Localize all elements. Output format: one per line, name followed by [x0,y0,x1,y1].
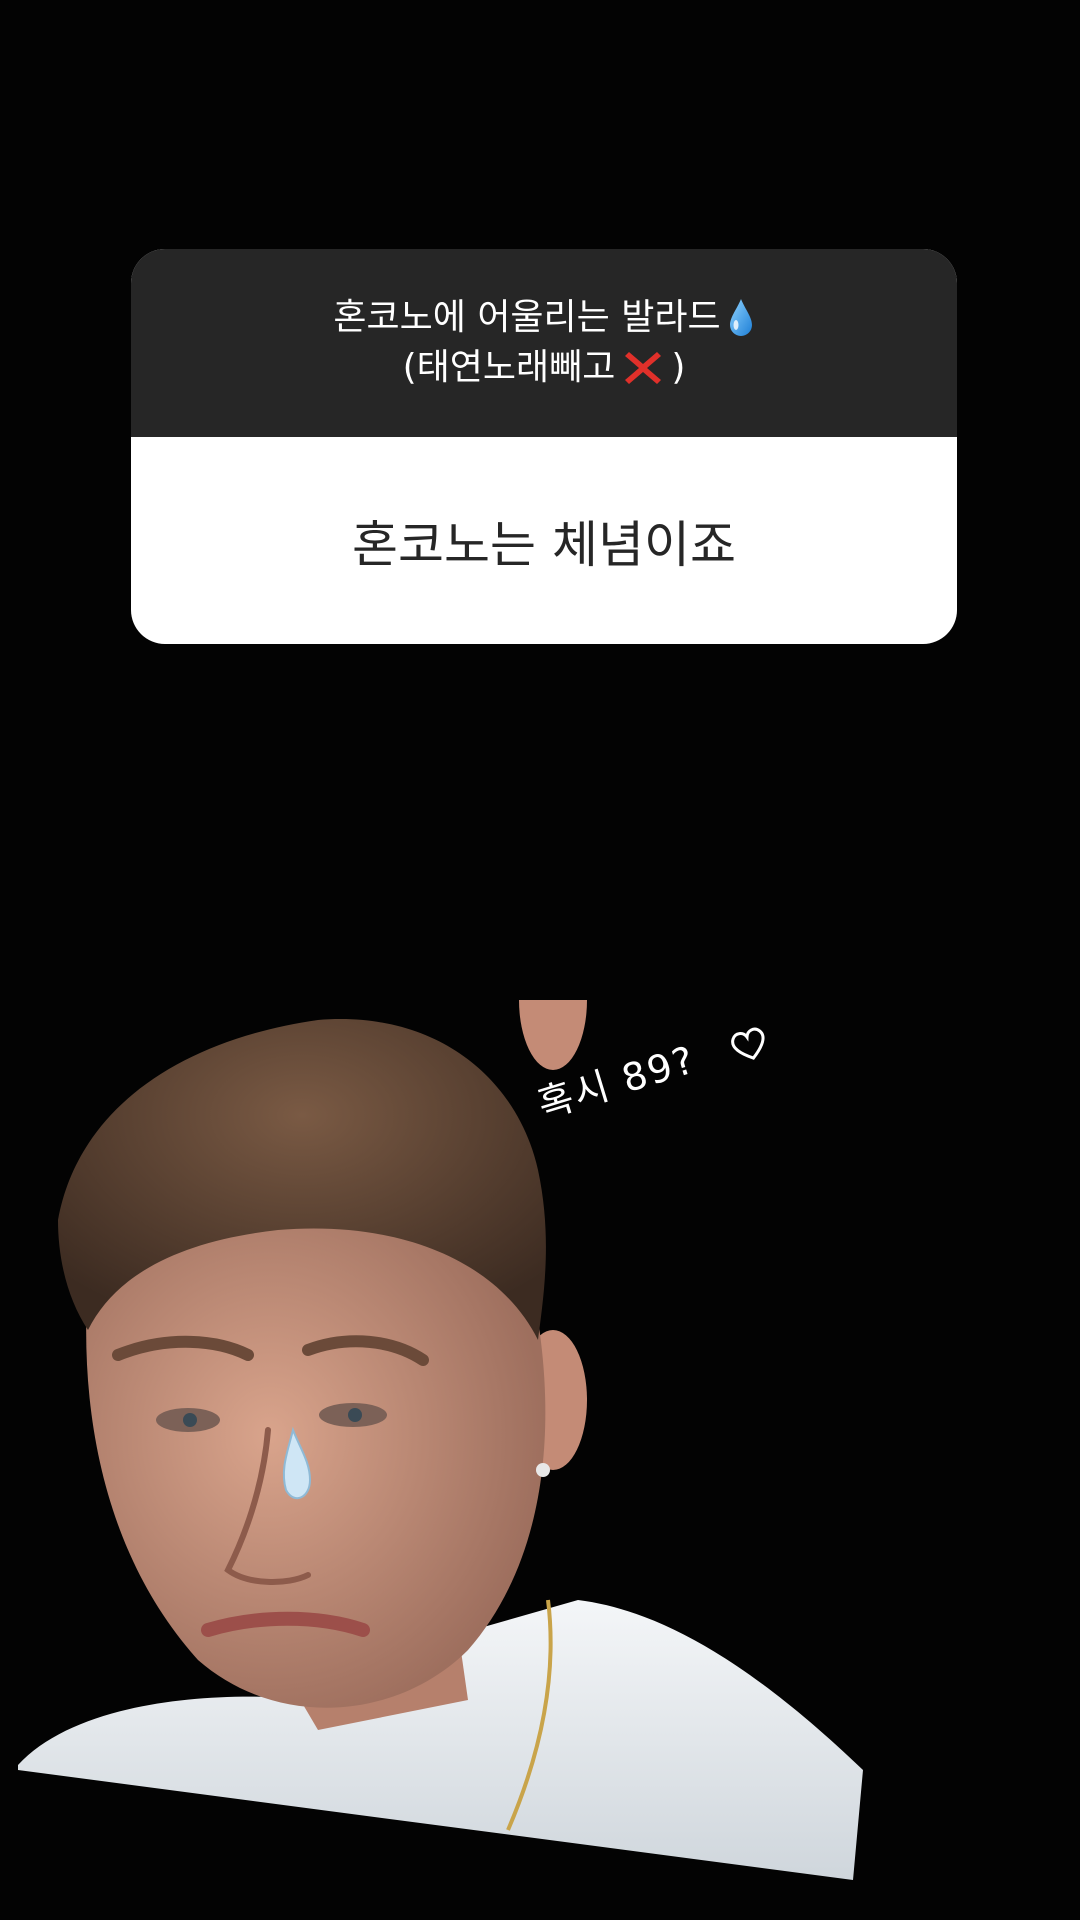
question-text-2-close: ) [671,347,686,388]
question-header: 혼코노에 어울리는 발라드 (태연노래빼고) [131,249,957,437]
question-line-1: 혼코노에 어울리는 발라드 [333,293,754,343]
answer-text: 혼코노는 체념이죠 [352,515,736,574]
question-sticker[interactable]: 혼코노에 어울리는 발라드 (태연노래빼고) 혼코노는 체념이죠 [131,249,957,644]
crying-man-sticker[interactable] [18,930,868,1880]
red-cross-icon [621,346,665,390]
droplet-icon [727,297,755,339]
question-text-2: (태연노래빼고 [402,347,616,388]
question-text-1: 혼코노에 어울리는 발라드 [333,297,721,338]
question-line-2: (태연노래빼고 ) [403,343,686,393]
